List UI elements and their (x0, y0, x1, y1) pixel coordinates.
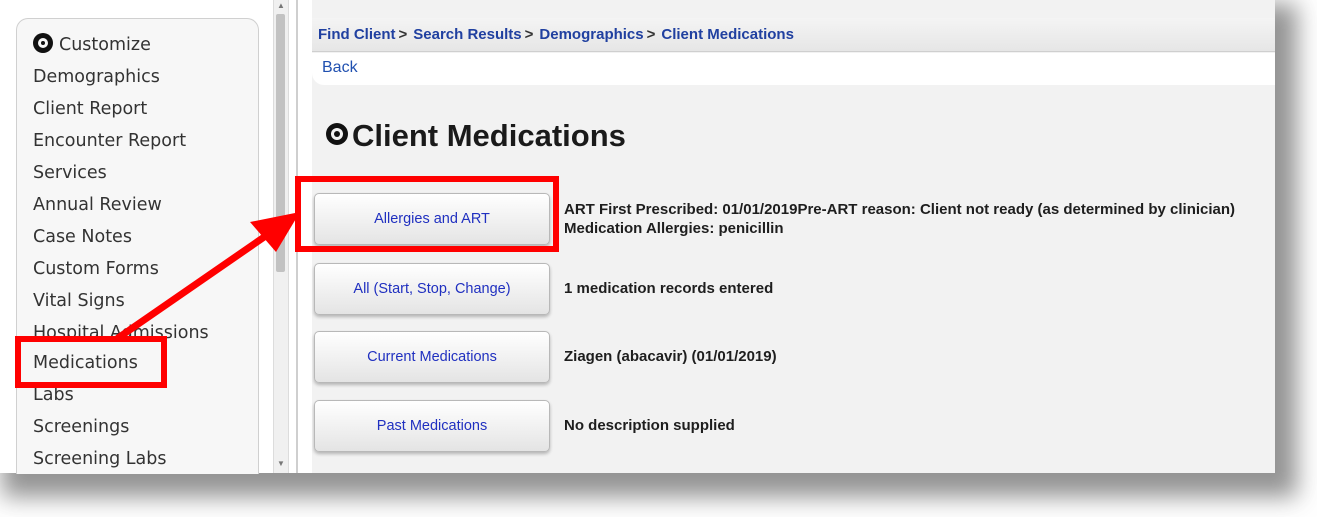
annotation-arrow-icon (114, 212, 300, 342)
app-window: Customize Demographics Client Report Enc… (0, 0, 1275, 474)
